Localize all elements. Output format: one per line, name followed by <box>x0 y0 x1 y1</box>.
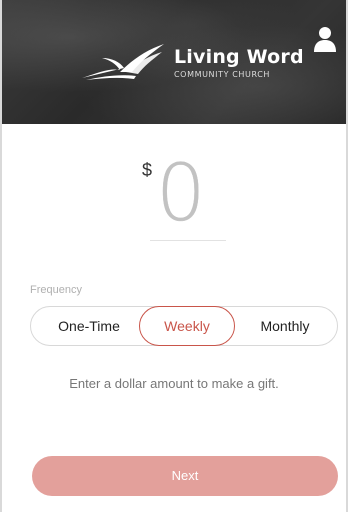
frequency-option-one-time[interactable]: One-Time <box>41 307 137 345</box>
frequency-label: Frequency <box>30 284 82 296</box>
church-logo: Living Word COMMUNITY CHURCH <box>80 42 304 82</box>
frequency-option-monthly[interactable]: Monthly <box>239 307 331 345</box>
open-book-wings-icon <box>82 44 164 80</box>
church-subtitle: COMMUNITY CHURCH <box>174 69 271 79</box>
church-name: Living Word <box>174 45 304 68</box>
frequency-selector: One-Time Weekly Monthly <box>30 306 338 346</box>
frequency-option-weekly[interactable]: Weekly <box>139 306 235 346</box>
amount-hint: Enter a dollar amount to make a gift. <box>69 376 279 391</box>
currency-symbol: $ <box>142 160 153 180</box>
next-button[interactable]: Next <box>32 456 338 496</box>
logo-text: Living Word COMMUNITY CHURCH <box>174 46 304 79</box>
header-banner: Living Word COMMUNITY CHURCH <box>2 0 346 124</box>
user-icon[interactable] <box>314 26 336 52</box>
amount-display[interactable]: $ 0 <box>2 150 346 240</box>
amount-value[interactable]: 0 <box>156 154 206 234</box>
app-frame: Living Word COMMUNITY CHURCH $ 0 Frequen… <box>0 0 348 512</box>
amount-underline <box>150 240 226 241</box>
